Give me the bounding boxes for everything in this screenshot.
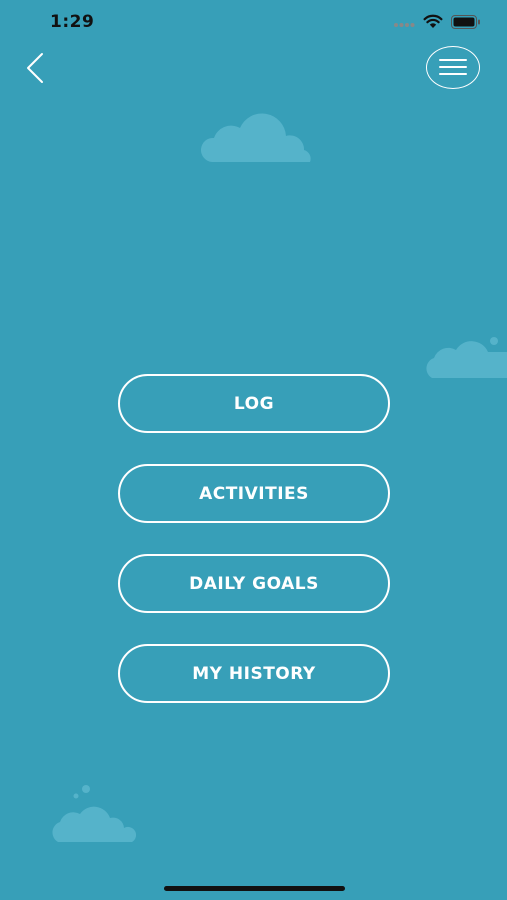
cloud-right <box>426 337 507 378</box>
cloud-bottom <box>52 785 136 842</box>
daily-goals-button[interactable]: DAILY GOALS <box>118 554 390 613</box>
chevron-left-icon <box>27 53 43 83</box>
status-bar: 1:29 <box>0 0 507 46</box>
menu-button[interactable] <box>426 46 480 89</box>
wifi-icon <box>423 14 443 28</box>
battery-icon <box>451 14 480 29</box>
my-history-button[interactable]: MY HISTORY <box>118 644 390 703</box>
log-button[interactable]: LOG <box>118 374 390 433</box>
status-icons <box>393 14 481 29</box>
back-button[interactable] <box>18 50 54 86</box>
cloud-top <box>200 113 311 162</box>
status-time: 1:29 <box>50 12 95 32</box>
home-indicator[interactable] <box>164 886 345 891</box>
signal-icon <box>394 22 415 27</box>
main-menu: LOG ACTIVITIES DAILY GOALS MY HISTORY <box>118 374 390 734</box>
activities-button[interactable]: ACTIVITIES <box>118 464 390 523</box>
